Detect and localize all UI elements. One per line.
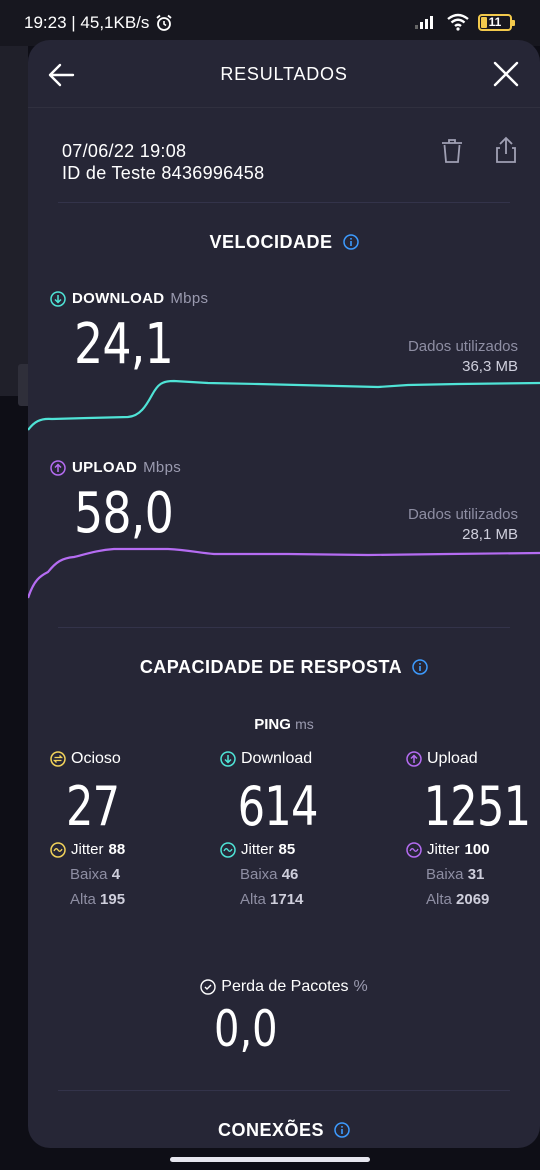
connections-section-title: CONEXÕES (28, 1120, 540, 1141)
navigation-bar (0, 1148, 540, 1170)
header: RESULTADOS (28, 40, 540, 108)
status-time-speed: 19:23 | 45,1KB/s (24, 13, 150, 32)
battery-level: 11 (488, 15, 502, 29)
packet-loss-icon (200, 979, 216, 995)
jitter-icon (220, 841, 236, 858)
home-gesture-handle[interactable] (170, 1157, 370, 1162)
download-arrow-icon (220, 751, 236, 767)
delete-button[interactable] (440, 138, 464, 164)
download-speed-graph (28, 379, 540, 431)
upload-label: UPLOAD Mbps (50, 459, 181, 476)
ping-download-column: Download 614 Jitter 85 Baixa 46 Alta 1714 (220, 749, 360, 908)
page-title: RESULTADOS (220, 64, 348, 84)
upload-speed-value: 58,0 (74, 481, 174, 546)
jitter-icon (50, 841, 66, 858)
ping-idle-column: Ocioso 27 Jitter 88 Baixa 4 Alta 195 (50, 749, 190, 908)
responsiveness-section-title: CAPACIDADE DE RESPOSTA (28, 657, 540, 678)
jitter-icon (406, 841, 422, 858)
wifi-icon (447, 13, 469, 31)
info-icon[interactable] (334, 1122, 350, 1138)
info-icon[interactable] (412, 659, 428, 675)
download-arrow-icon (50, 290, 66, 307)
download-speed-value: 24,1 (74, 312, 174, 377)
ping-download-value: 614 (237, 775, 319, 838)
ping-label: PING ms (254, 716, 314, 733)
upload-arrow-icon (406, 751, 422, 767)
results-sheet: RESULTADOS 07/06/22 19:08 ID de Teste 84… (28, 40, 540, 1148)
packet-loss-label: Perda de Pacotes % (28, 978, 540, 996)
upload-arrow-icon (50, 459, 66, 476)
background-page (0, 46, 30, 406)
ping-upload-column: Upload 1251 Jitter 100 Baixa 31 Alta 2069 (406, 749, 540, 908)
download-label: DOWNLOAD Mbps (50, 290, 208, 307)
upload-data-used: Dados utilizados 28,1 MB (407, 506, 518, 543)
signal-icon (415, 16, 433, 29)
upload-speed-graph (28, 547, 540, 599)
result-test-id: ID de Teste 8436996458 (62, 163, 265, 183)
result-date: 07/06/22 19:08 (62, 141, 187, 161)
close-button[interactable] (492, 60, 520, 88)
info-icon[interactable] (342, 234, 359, 250)
idle-icon (50, 751, 66, 767)
ping-idle-value: 27 (66, 775, 120, 838)
result-meta: 07/06/22 19:08 ID de Teste 8436996458 (62, 140, 264, 184)
share-button[interactable] (494, 136, 518, 164)
speed-section-title: VELOCIDADE (28, 232, 540, 253)
battery-icon: 11 (478, 13, 515, 31)
packet-loss-value: 0,0 (214, 1000, 278, 1058)
alarm-icon (156, 14, 172, 31)
ping-upload-value: 1251 (423, 775, 532, 838)
